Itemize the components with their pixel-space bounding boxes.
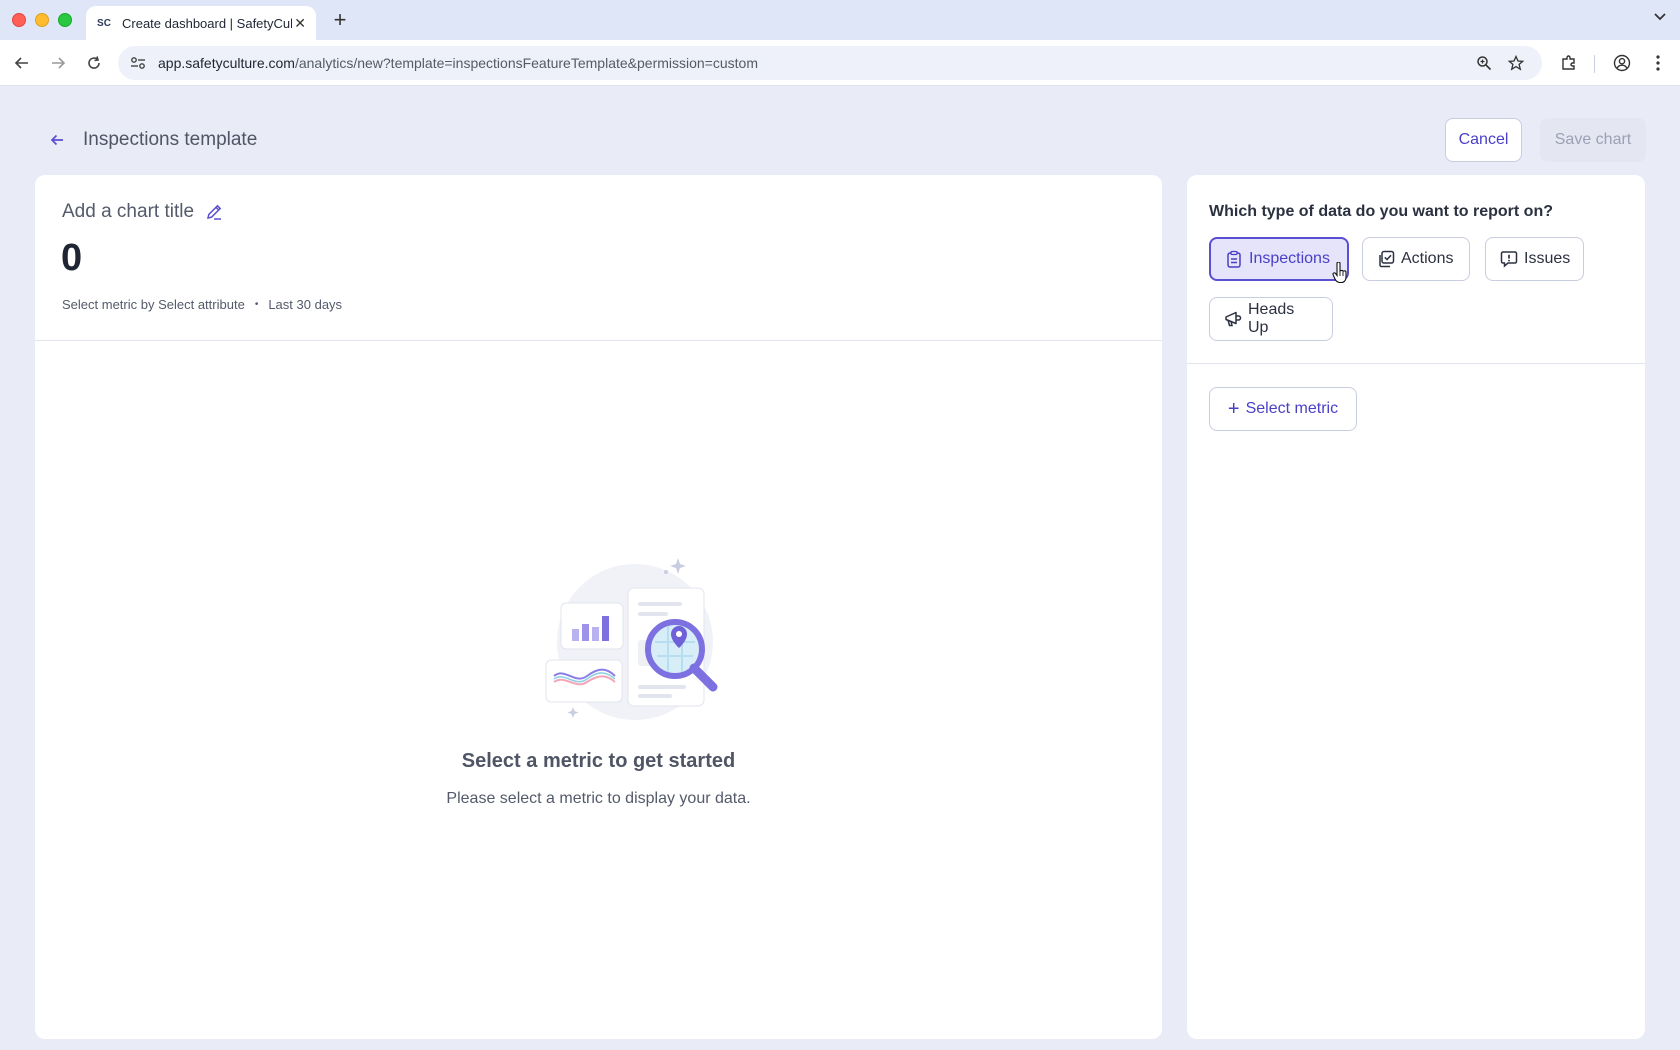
forward-icon[interactable] (46, 51, 70, 75)
browser-titlebar: SC Create dashboard | SafetyCulture ✕ + (0, 0, 1680, 40)
extensions-icon[interactable] (1557, 51, 1581, 75)
data-type-label: Actions (1401, 250, 1454, 267)
new-tab-icon[interactable]: + (328, 7, 352, 32)
favicon-icon: SC (97, 17, 111, 29)
toolbar-divider (1594, 55, 1595, 73)
maximize-window-button[interactable] (58, 13, 72, 27)
data-type-issues-button[interactable]: Issues (1485, 237, 1584, 281)
data-type-question: Which type of data do you want to report… (1209, 203, 1553, 220)
alert-speech-icon (1500, 250, 1518, 268)
reload-icon[interactable] (82, 51, 106, 75)
cancel-button[interactable]: Cancel (1445, 118, 1522, 162)
metric-value: 0 (61, 237, 83, 279)
plus-icon: + (1227, 398, 1240, 420)
data-type-inspections-button[interactable]: Inspections (1209, 237, 1349, 281)
edit-pencil-icon[interactable] (204, 202, 224, 222)
close-tab-icon[interactable]: ✕ (294, 15, 306, 32)
chart-config-panel: Which type of data do you want to report… (1187, 175, 1645, 1039)
chart-header: Add a chart title 0 Select metric by Sel… (35, 175, 1162, 341)
metric-description: Select metric by Select attribute (62, 297, 245, 312)
url-text: app.safetyculture.com/analytics/new?temp… (158, 55, 758, 71)
checked-squares-icon (1377, 250, 1395, 268)
clipboard-icon (1225, 250, 1243, 268)
browser-tab[interactable]: SC Create dashboard | SafetyCulture ✕ (86, 6, 316, 40)
hand-cursor-icon (1332, 262, 1347, 284)
data-type-label: Issues (1524, 250, 1571, 267)
data-type-actions-button[interactable]: Actions (1362, 237, 1470, 281)
empty-state-text: Please select a metric to display your d… (446, 790, 751, 807)
tab-search-icon[interactable] (1654, 10, 1666, 24)
empty-state-title: Select a metric to get started (461, 750, 736, 772)
select-metric-label: Select metric (1245, 400, 1339, 417)
chart-preview-card: Add a chart title 0 Select metric by Sel… (35, 175, 1162, 1039)
browser-toolbar: app.safetyculture.com/analytics/new?temp… (0, 40, 1680, 86)
data-type-label: Inspections (1249, 250, 1330, 267)
browser-menu-icon[interactable] (1646, 51, 1670, 75)
address-bar[interactable]: app.safetyculture.com/analytics/new?temp… (118, 46, 1542, 80)
page-title: Inspections template (83, 129, 258, 150)
empty-state-illustration (545, 558, 718, 720)
chart-title-placeholder: Add a chart title (62, 201, 195, 222)
site-settings-icon[interactable] (128, 53, 148, 73)
select-metric-button[interactable]: + Select metric (1209, 387, 1357, 431)
data-type-label: Heads Up (1248, 301, 1295, 336)
back-icon[interactable] (10, 51, 34, 75)
save-chart-button[interactable]: Save chart (1540, 118, 1646, 162)
zoom-icon[interactable] (1474, 53, 1494, 73)
minimize-window-button[interactable] (35, 13, 49, 27)
chart-subtitle: Select metric by Select attribute • Last… (62, 297, 342, 312)
separator-dot: • (254, 299, 259, 310)
profile-icon[interactable] (1610, 51, 1634, 75)
chart-title-field[interactable]: Add a chart title (62, 201, 224, 223)
megaphone-icon (1224, 310, 1242, 328)
panel-divider (1187, 363, 1645, 364)
data-type-heads-up-button[interactable]: Heads Up (1209, 297, 1333, 341)
date-range: Last 30 days (268, 297, 343, 312)
close-window-button[interactable] (12, 13, 26, 27)
tab-title: Create dashboard | SafetyCulture (122, 15, 292, 31)
bookmark-star-icon[interactable] (1506, 53, 1526, 73)
back-arrow-icon[interactable] (46, 129, 68, 151)
